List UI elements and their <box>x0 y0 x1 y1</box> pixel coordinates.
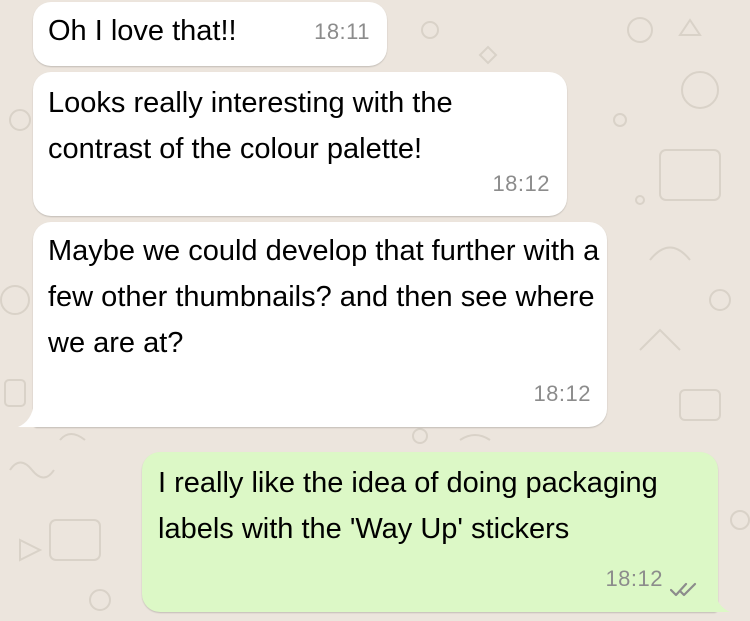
message-bubble[interactable]: Looks really interesting with the contra… <box>33 72 567 216</box>
message-timestamp: 18:12 <box>605 566 663 591</box>
message-text: Oh I love that!! <box>48 15 237 47</box>
double-check-icon <box>670 582 697 597</box>
message-text: Looks really interesting with the contra… <box>48 87 453 165</box>
message-timestamp: 18:11 <box>314 19 370 44</box>
message-text: Maybe we could develop that further with… <box>48 235 600 359</box>
message-bubble[interactable]: Oh I love that!! 18:11 <box>33 2 387 66</box>
message-text: I really like the idea of doing packagin… <box>158 467 658 545</box>
message-timestamp: 18:12 <box>492 171 550 196</box>
message-timestamp: 18:12 <box>533 381 591 406</box>
message-bubble[interactable]: Maybe we could develop that further with… <box>33 222 607 427</box>
bubble-tail-icon <box>702 588 730 612</box>
message-bubble-outgoing[interactable]: I really like the idea of doing packagin… <box>142 452 718 612</box>
bubble-tail-icon <box>18 403 46 427</box>
